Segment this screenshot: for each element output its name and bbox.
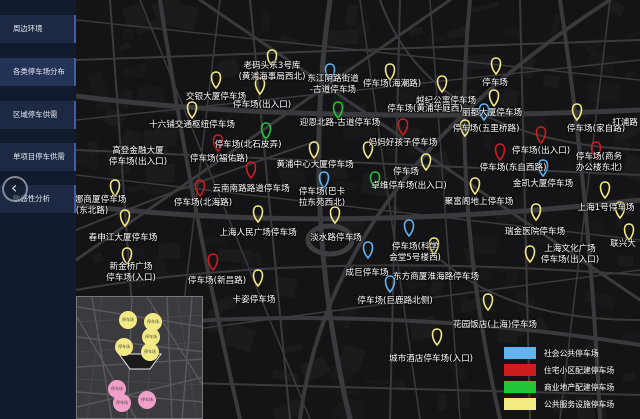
sidebar: 周边环境 各类停车场分布 区域停车供需 单项目停车供需 敏感性分析 ‹ — [0, 0, 76, 419]
minimap[interactable]: 停车场 停车场 停车场 停车场 停车场 停车场 停车场 停车场 — [76, 296, 203, 419]
legend-item-commercial: 商业地产配建停车场 — [504, 381, 640, 394]
legend-label: 住宅小区配建停车场 — [544, 366, 615, 375]
chevron-left-icon[interactable]: ‹ — [2, 176, 28, 202]
legend-item-public: 社会公共停车场 — [504, 347, 640, 360]
minimap-marker: 停车场 — [138, 391, 156, 409]
legend-swatch-residential — [504, 364, 536, 376]
legend-swatch-public-service — [504, 398, 536, 410]
minimap-marker: 停车场 — [115, 338, 133, 356]
legend-label: 社会公共停车场 — [544, 349, 599, 358]
minimap-marker: 停车场 — [119, 311, 137, 329]
nav-item-surroundings[interactable]: 周边环境 — [0, 15, 76, 43]
legend-item-residential: 住宅小区配建停车场 — [504, 364, 640, 377]
nav-item-regional-supply-demand[interactable]: 区域停车供需 — [0, 101, 76, 129]
minimap-marker: 停车场 — [141, 343, 159, 361]
legend-label: 商业地产配建停车场 — [544, 383, 615, 392]
legend-swatch-public — [504, 347, 536, 359]
minimap-marker: 停车场 — [113, 394, 131, 412]
legend-label: 公共服务设施停车场 — [544, 400, 615, 409]
legend-item-public-service: 公共服务设施停车场 — [504, 398, 640, 411]
nav-item-parking-distribution[interactable]: 各类停车场分布 — [0, 58, 76, 86]
legend-swatch-commercial — [504, 381, 536, 393]
nav-item-project-supply-demand[interactable]: 单项目停车供需 — [0, 143, 76, 171]
